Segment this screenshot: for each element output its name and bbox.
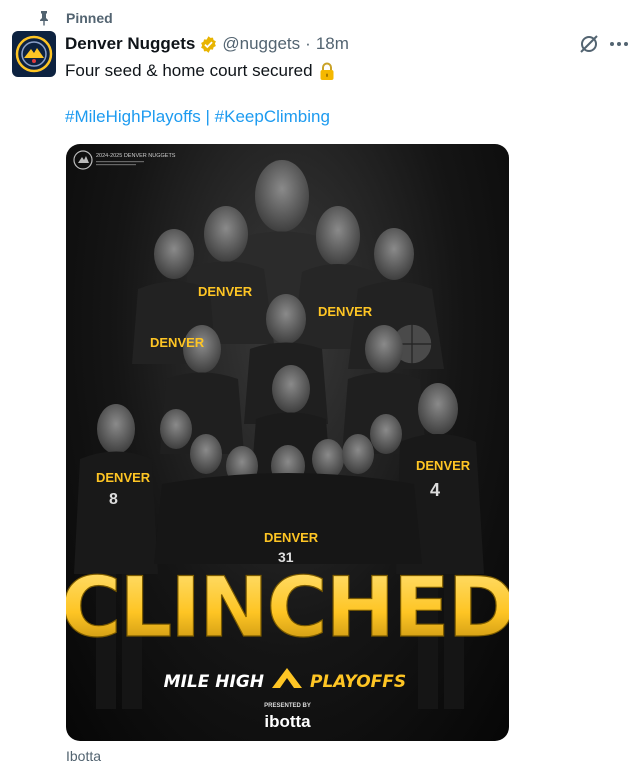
media-image[interactable]: 2024-2025 DENVER NUGGETS DENVER DENVER D…: [66, 144, 509, 741]
media-caption: Ibotta: [66, 748, 102, 764]
jersey-number-4: 4: [430, 480, 440, 500]
subline: MILE HIGH PLAYOFFS: [164, 668, 406, 692]
subline-right: PLAYOFFS: [310, 672, 406, 692]
verified-badge-icon: [201, 35, 217, 53]
pinned-indicator: Pinned: [36, 8, 113, 28]
tweet-text: Four seed & home court secured: [65, 60, 335, 82]
hashtags: #MileHighPlayoffs | #KeepClimbing: [65, 106, 330, 128]
presented-by: PRESENTED BY: [264, 703, 311, 709]
pin-icon: [40, 11, 48, 26]
timestamp[interactable]: 18m: [316, 34, 349, 54]
subline-left: MILE HIGH: [164, 672, 264, 692]
sponsor-logo-text: ibotta: [264, 712, 311, 731]
separator-dot: ·: [305, 34, 311, 53]
more-options-icon[interactable]: [608, 33, 630, 55]
jersey-number-8: 8: [109, 491, 118, 508]
hashtag-separator: |: [205, 107, 210, 126]
tweet-header: Denver Nuggets @nuggets · 18m: [65, 33, 349, 55]
lock-icon: [320, 62, 334, 80]
jersey-text-3: DENVER: [150, 335, 205, 350]
avatar[interactable]: [12, 31, 56, 77]
handle[interactable]: @nuggets: [222, 34, 300, 54]
jersey-text-1: DENVER: [198, 284, 253, 299]
mountain-icon: [272, 668, 302, 688]
corner-text: 2024-2025 DENVER NUGGETS: [96, 153, 176, 159]
pinned-label: Pinned: [66, 10, 113, 26]
corner-logo: 2024-2025 DENVER NUGGETS: [73, 150, 176, 170]
display-name[interactable]: Denver Nuggets: [65, 34, 195, 54]
tweet-body: Four seed & home court secured: [65, 61, 313, 80]
headline-clinched: CLINCHED: [66, 559, 509, 656]
hashtag-keepclimbing[interactable]: #KeepClimbing: [215, 107, 330, 126]
jersey-text-4: DENVER: [96, 470, 151, 485]
jersey-text-6: DENVER: [264, 530, 319, 545]
jersey-text-5: DENVER: [416, 458, 471, 473]
grok-icon[interactable]: [578, 33, 600, 55]
nuggets-logo: [15, 35, 53, 73]
hashtag-milehighplayoffs[interactable]: #MileHighPlayoffs: [65, 107, 201, 126]
poster-graphic: 2024-2025 DENVER NUGGETS DENVER DENVER D…: [66, 150, 509, 731]
jersey-text-2: DENVER: [318, 304, 373, 319]
